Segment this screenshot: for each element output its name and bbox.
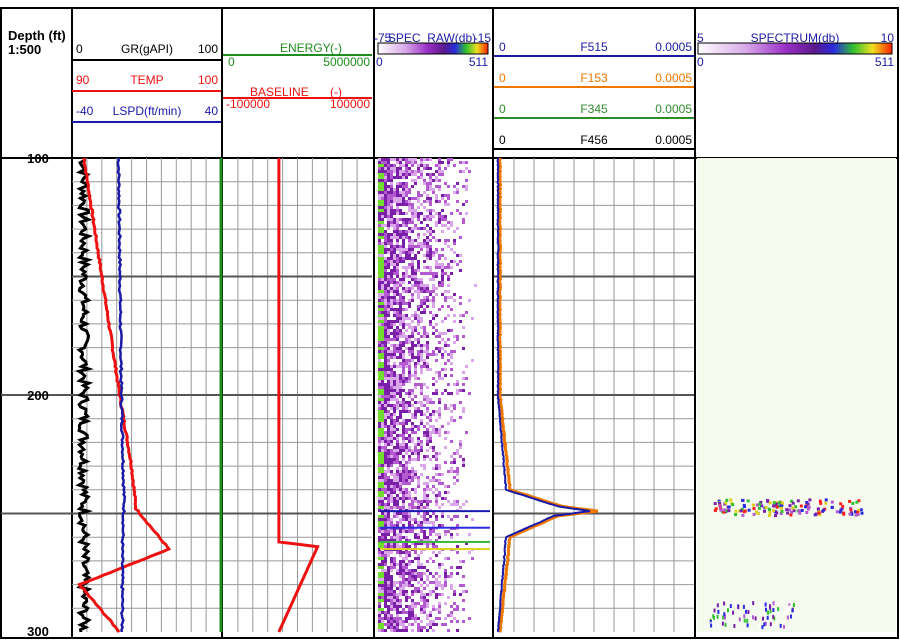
- track-grid: [494, 158, 694, 632]
- depth-scale-label: 1:500: [8, 42, 41, 57]
- depth-tick-label: 300: [27, 624, 49, 639]
- curve-min-label: 0: [499, 133, 506, 147]
- color-scale-bar: [377, 42, 489, 55]
- curve-max-label: 0.0005: [655, 102, 692, 116]
- curve-unit-label: (-): [330, 41, 342, 55]
- curve-max-label: 0.0005: [655, 40, 692, 54]
- curve-min-label: 0: [499, 102, 506, 116]
- depth-tick-label: 200: [27, 388, 49, 403]
- curve-max-label: 100: [198, 73, 218, 87]
- curve-name-label: F345: [580, 102, 608, 116]
- curve-max-label: 100000: [330, 97, 370, 111]
- axis-min-label: 0: [376, 55, 383, 69]
- curve-max-label: 0.0005: [655, 71, 692, 85]
- color-scale-bar: [697, 42, 893, 55]
- curve-min-label: -40: [76, 104, 94, 118]
- curve-name-label: F456: [580, 133, 608, 147]
- track-grid: [223, 158, 372, 632]
- spec-raw-image: [378, 158, 490, 632]
- curve-name-label: LSPD(ft/min): [113, 104, 182, 118]
- curve-max-label: 5000000: [323, 55, 370, 69]
- spectrum-image: [697, 158, 896, 632]
- curve-name-label: ENERGY: [280, 41, 331, 55]
- curve-min-label: 0: [228, 55, 235, 69]
- curve-name-label: TEMP: [130, 73, 163, 87]
- curve-max-label: 100: [198, 42, 218, 56]
- curve-name-label: GR(gAPI): [121, 42, 173, 56]
- well-log-chart: Depth (ft)1:500 100 200 300 0 GR(gAPI) 100 90 TE…: [0, 7, 899, 639]
- curve-min-label: 0: [499, 40, 506, 54]
- curve-name-label: F515: [580, 40, 608, 54]
- curve-name-label: F153: [580, 71, 608, 85]
- curve-max-label: 0.0005: [655, 133, 692, 147]
- curve-min-label: 90: [76, 73, 90, 87]
- axis-min-label: 0: [697, 55, 704, 69]
- curve-max-label: 40: [205, 104, 219, 118]
- depth-tick-label: 100: [27, 151, 49, 166]
- curve-min-label: -100000: [226, 97, 270, 111]
- axis-max-label: 511: [469, 55, 488, 69]
- curve-min-label: 0: [76, 42, 83, 56]
- axis-max-label: 511: [875, 55, 894, 69]
- depth-header-label: Depth (ft): [8, 28, 66, 43]
- curve-min-label: 0: [499, 71, 506, 85]
